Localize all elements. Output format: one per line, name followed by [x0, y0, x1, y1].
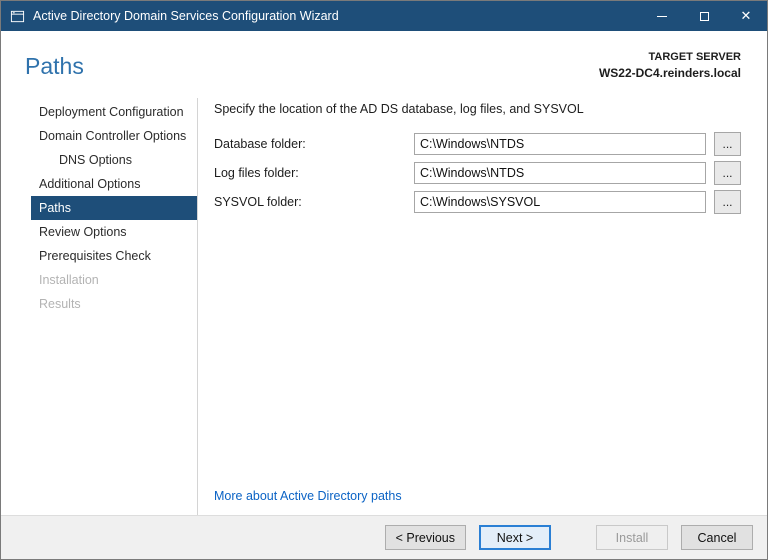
titlebar: Active Directory Domain Services Configu…: [1, 1, 767, 31]
cancel-button[interactable]: Cancel: [681, 525, 753, 550]
sysvol-folder-row: SYSVOL folder: ...: [214, 190, 741, 214]
install-button: Install: [596, 525, 668, 550]
sidebar-item-review-options[interactable]: Review Options: [31, 220, 197, 244]
sysvol-folder-browse-button[interactable]: ...: [714, 190, 741, 214]
minimize-button[interactable]: [641, 1, 683, 31]
sidebar-item-deployment-configuration[interactable]: Deployment Configuration: [31, 100, 197, 124]
page-title: Paths: [25, 53, 84, 79]
target-server-block: TARGET SERVER WS22-DC4.reinders.local: [599, 45, 741, 80]
paths-page-content: Specify the location of the AD DS databa…: [197, 98, 741, 515]
wizard-steps: Deployment Configuration Domain Controll…: [31, 98, 197, 515]
instruction-text: Specify the location of the AD DS databa…: [214, 102, 584, 116]
log-files-folder-input[interactable]: [414, 162, 706, 184]
log-files-folder-browse-button[interactable]: ...: [714, 161, 741, 185]
sysvol-folder-input[interactable]: [414, 191, 706, 213]
sidebar-item-additional-options[interactable]: Additional Options: [31, 172, 197, 196]
database-folder-row: Database folder: ...: [214, 132, 741, 156]
window-title: Active Directory Domain Services Configu…: [33, 9, 339, 23]
sysvol-folder-label: SYSVOL folder:: [214, 195, 302, 209]
sidebar-item-results: Results: [39, 297, 81, 311]
target-server-label: TARGET SERVER: [648, 51, 742, 63]
window-controls: ✕: [641, 1, 767, 31]
minimize-icon: [657, 15, 667, 17]
wizard-header: Paths TARGET SERVER WS22-DC4.reinders.lo…: [1, 31, 767, 86]
target-server-value: WS22-DC4.reinders.local: [598, 66, 741, 80]
sidebar-item-prerequisites-check[interactable]: Prerequisites Check: [31, 244, 197, 268]
log-files-folder-row: Log files folder: ...: [214, 161, 741, 185]
close-icon: ✕: [740, 8, 752, 23]
close-button[interactable]: ✕: [725, 1, 767, 31]
maximize-icon: [699, 11, 709, 21]
log-files-folder-label: Log files folder:: [214, 166, 299, 180]
next-button[interactable]: Next >: [479, 525, 551, 550]
database-folder-label: Database folder:: [214, 137, 306, 151]
sidebar-item-installation: Installation: [39, 273, 99, 287]
wizard-body: Deployment Configuration Domain Controll…: [1, 86, 767, 515]
more-about-paths-link[interactable]: More about Active Directory paths: [214, 489, 402, 503]
wizard-footer: < Previous Next > Install Cancel: [1, 515, 767, 559]
database-folder-input[interactable]: [414, 133, 706, 155]
maximize-button[interactable]: [683, 1, 725, 31]
previous-button[interactable]: < Previous: [384, 525, 466, 550]
database-folder-browse-button[interactable]: ...: [714, 132, 741, 156]
sidebar-item-domain-controller-options[interactable]: Domain Controller Options: [31, 124, 197, 148]
app-icon: [10, 9, 25, 24]
sidebar-item-paths[interactable]: Paths: [31, 196, 197, 220]
sidebar-item-dns-options[interactable]: DNS Options: [31, 148, 197, 172]
wizard-window: Active Directory Domain Services Configu…: [0, 0, 768, 560]
